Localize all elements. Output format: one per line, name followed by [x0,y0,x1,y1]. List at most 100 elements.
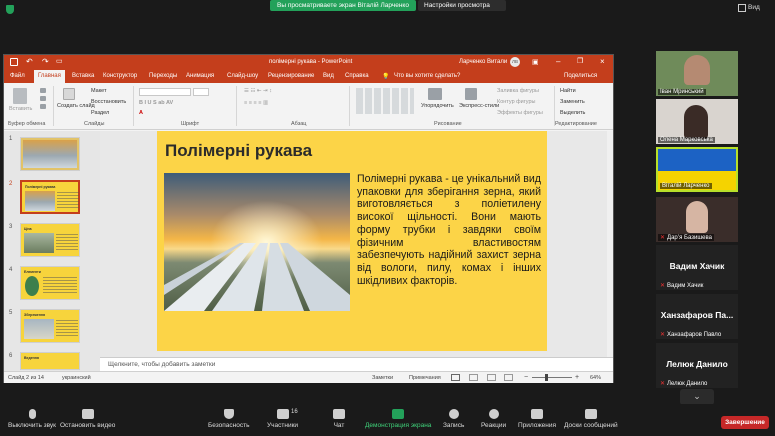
copy-icon[interactable] [40,96,46,101]
tab-design[interactable]: Конструктор [103,73,137,79]
reactions-button[interactable]: Реакции [481,409,506,429]
shape-outline-button[interactable]: Контур фигуры [497,99,535,105]
tab-transitions[interactable]: Переходы [149,73,177,79]
zoom-slider[interactable] [532,377,572,378]
slide-thumbnails-pane[interactable]: 1 2 Полімерні рукава 3 Ціна 4 Елементи 5… [4,131,100,371]
tab-file[interactable]: Файл [10,73,25,79]
participant-tile[interactable]: Ханзафаров Па... ✕ Ханзафаров Павло [656,294,738,339]
participant-tile[interactable]: Лелюк Данило ✕ Лелюк Данило [656,343,738,388]
divider [53,86,54,126]
thumbnail-title: Ціна [24,227,32,231]
avatar[interactable]: ЛВ [510,57,520,67]
view-settings-button[interactable]: Настройки просмотра [418,0,506,11]
share-screen-button[interactable]: Демонстрация экрана [365,409,431,429]
current-slide[interactable]: Полімерні рукава Полімерні рукава - це у… [157,131,547,351]
zoom-level[interactable]: 64% [590,375,601,381]
record-button[interactable]: Запись [443,409,464,429]
slide-title[interactable]: Полімерні рукава [165,141,312,161]
new-slide-button[interactable]: Создать слайд [57,103,95,110]
quick-styles-icon[interactable] [465,88,477,100]
slide-thumbnail-5[interactable]: Збереження [20,309,80,343]
tab-view[interactable]: Вид [323,73,334,79]
share-button[interactable]: Поделиться [564,73,597,79]
undo-icon[interactable]: ↶ [26,57,33,66]
slideshow-view-icon[interactable] [504,374,513,381]
paste-button[interactable]: Вставить [9,106,32,112]
paste-icon[interactable] [13,88,27,104]
slide-body-text[interactable]: Полімерні рукава - це унікальний вид упа… [357,173,541,287]
close-icon[interactable]: × [600,57,605,66]
slide-thumbnail-1[interactable] [20,137,80,171]
participant-tile-active-speaker[interactable]: Віталій Ларченко [656,147,738,192]
shape-fill-button[interactable]: Заливка фигуры [497,88,539,94]
tell-me-search[interactable]: Что вы хотите сделать? [394,73,460,79]
notes-toggle-button[interactable]: Заметки [372,375,393,381]
tab-home[interactable]: Главная [34,70,65,83]
section-button[interactable]: Раздел [91,110,109,116]
slide-scrollbar[interactable] [607,131,613,357]
tab-slideshow[interactable]: Слайд-шоу [227,73,258,79]
replace-button[interactable]: Заменить [560,99,585,105]
font-style-buttons[interactable]: B I U S ab AV [139,100,173,106]
security-button[interactable]: Безопасность [208,409,249,429]
chat-button[interactable]: Чат [333,409,345,429]
slide-thumbnail-2[interactable]: Полімерні рукава [20,180,80,214]
participant-big-name: Лелюк Данило [666,359,728,369]
slide-thumbnail-6[interactable]: Ведення [20,352,80,370]
tab-insert[interactable]: Вставка [72,73,94,79]
account-name[interactable]: Ларченко Витали [459,59,507,65]
whiteboards-button[interactable]: Доски сообщений [564,409,618,429]
language-indicator[interactable]: украинский [62,375,91,381]
arrange-button[interactable]: Упорядочить [421,103,454,109]
normal-view-icon[interactable] [451,374,460,381]
redo-icon[interactable]: ↷ [42,57,49,66]
chevron-down-icon[interactable]: ⌄ [680,389,714,405]
zoom-slider-thumb[interactable] [545,374,548,381]
comments-button[interactable]: Примечания [409,375,441,381]
participant-tile[interactable]: Вадим Хачик ✕ Вадим Хачик [656,245,738,290]
grid-view-icon[interactable] [738,4,746,12]
view-button[interactable]: Вид [748,4,760,11]
find-button[interactable]: Найти [560,88,576,94]
quick-styles-button[interactable]: Экспресс-стили [459,103,499,109]
slide-photo[interactable] [164,173,350,311]
zoom-out-icon[interactable]: − [524,374,528,381]
reset-button[interactable]: Восстановить [91,99,126,105]
participant-tile[interactable]: ✕ Дарʼя Базишева [656,197,738,242]
tab-help[interactable]: Справка [345,73,369,79]
font-family-select[interactable] [139,88,191,96]
font-color-icon[interactable]: A [139,110,143,116]
apps-button[interactable]: Приложения [518,409,556,429]
reading-view-icon[interactable] [487,374,496,381]
shape-effects-button[interactable]: Эффекты фигуры [497,110,543,116]
select-button[interactable]: Выделить [560,110,585,116]
slide-thumbnail-4[interactable]: Елементи [20,266,80,300]
format-painter-icon[interactable] [40,104,46,109]
participant-tile[interactable]: Олена Марковська [656,99,738,144]
slide-sorter-icon[interactable] [469,374,478,381]
tab-animations[interactable]: Анимация [186,73,214,79]
ribbon-display-icon[interactable]: ▣ [532,58,539,66]
align-buttons[interactable]: ≡ ≡ ≡ ≡ ▥ [244,100,268,106]
zoom-in-icon[interactable]: + [575,374,579,381]
layout-button[interactable]: Макет [91,88,107,94]
notes-pane[interactable]: Щелкните, чтобы добавить заметки [100,357,613,371]
save-icon[interactable] [10,58,18,66]
shapes-gallery[interactable] [356,88,414,114]
mute-button[interactable]: Выключить звук [8,409,56,429]
new-slide-icon[interactable] [63,88,75,100]
group-label-clipboard: Буфер обмена [8,121,46,127]
participant-tile[interactable]: Іван Мринський [656,51,738,96]
minimize-icon[interactable]: – [556,57,560,66]
shield-icon[interactable] [6,5,14,14]
end-meeting-button[interactable]: Завершение [721,416,769,429]
tab-review[interactable]: Рецензирование [268,73,314,79]
slide-thumbnail-3[interactable]: Ціна [20,223,80,257]
start-slideshow-icon[interactable]: ▭ [56,57,63,65]
list-buttons[interactable]: ☰ ☷ ⇤ ⇥ ↕ [244,88,272,94]
stop-video-button[interactable]: Остановить видео [60,409,115,429]
arrange-icon[interactable] [428,88,442,100]
font-size-select[interactable] [193,88,209,96]
cut-icon[interactable] [40,88,46,93]
maximize-icon[interactable]: ❐ [577,57,583,65]
